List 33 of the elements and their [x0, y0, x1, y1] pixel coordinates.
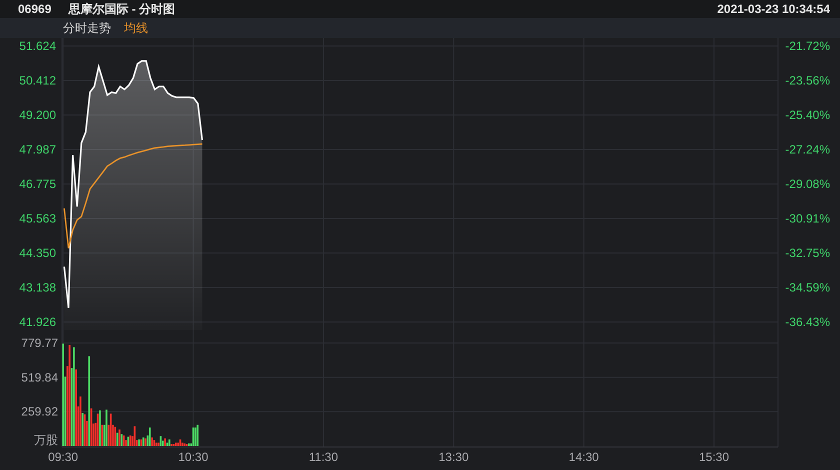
price-axis-label: 45.563	[19, 212, 56, 226]
legend-label: 分时走势	[63, 20, 111, 37]
percent-axis-label: -21.72%	[785, 39, 830, 53]
price-axis-label: 47.987	[19, 142, 56, 156]
time-axis-label: 09:30	[48, 450, 78, 464]
time-axis-label: 14:30	[568, 450, 599, 464]
percent-axis-label: -30.91%	[785, 212, 830, 226]
timestamp: 2021-03-23 10:34:54	[717, 1, 830, 18]
price-axis-label: 50.412	[19, 74, 56, 88]
percent-axis-label: -29.08%	[785, 177, 830, 191]
price-axis-label: 44.350	[19, 246, 56, 260]
percent-axis-label: -23.56%	[785, 74, 830, 88]
time-axis-label: 11:30	[308, 450, 338, 464]
time-axis-label: 10:30	[178, 450, 208, 464]
volume-axis-label: 519.84	[21, 370, 58, 384]
price-axis-label: 51.624	[19, 39, 56, 53]
percent-axis-label: -27.24%	[785, 142, 830, 156]
volume-unit-label: 万股	[34, 433, 58, 447]
percent-axis-label: -34.59%	[785, 280, 830, 294]
time-axis-label: 13:30	[438, 450, 469, 464]
chart-title: 思摩尔国际 - 分时图	[68, 1, 176, 18]
percent-axis-label: -25.40%	[785, 108, 830, 122]
stock-code: 06969	[18, 1, 52, 18]
percent-axis-label: -32.75%	[785, 246, 830, 260]
price-axis-label: 49.200	[19, 108, 56, 122]
percent-axis-label: -36.43%	[785, 315, 830, 329]
time-axis-label: 15:30	[698, 450, 729, 464]
price-axis-label: 46.775	[19, 177, 56, 191]
price-axis-label: 43.138	[19, 280, 56, 294]
volume-axis-label: 779.77	[21, 336, 58, 350]
volume-axis-label: 259.92	[21, 404, 58, 419]
price-axis-label: 41.926	[19, 315, 56, 329]
legend-label: 均线	[124, 20, 148, 37]
